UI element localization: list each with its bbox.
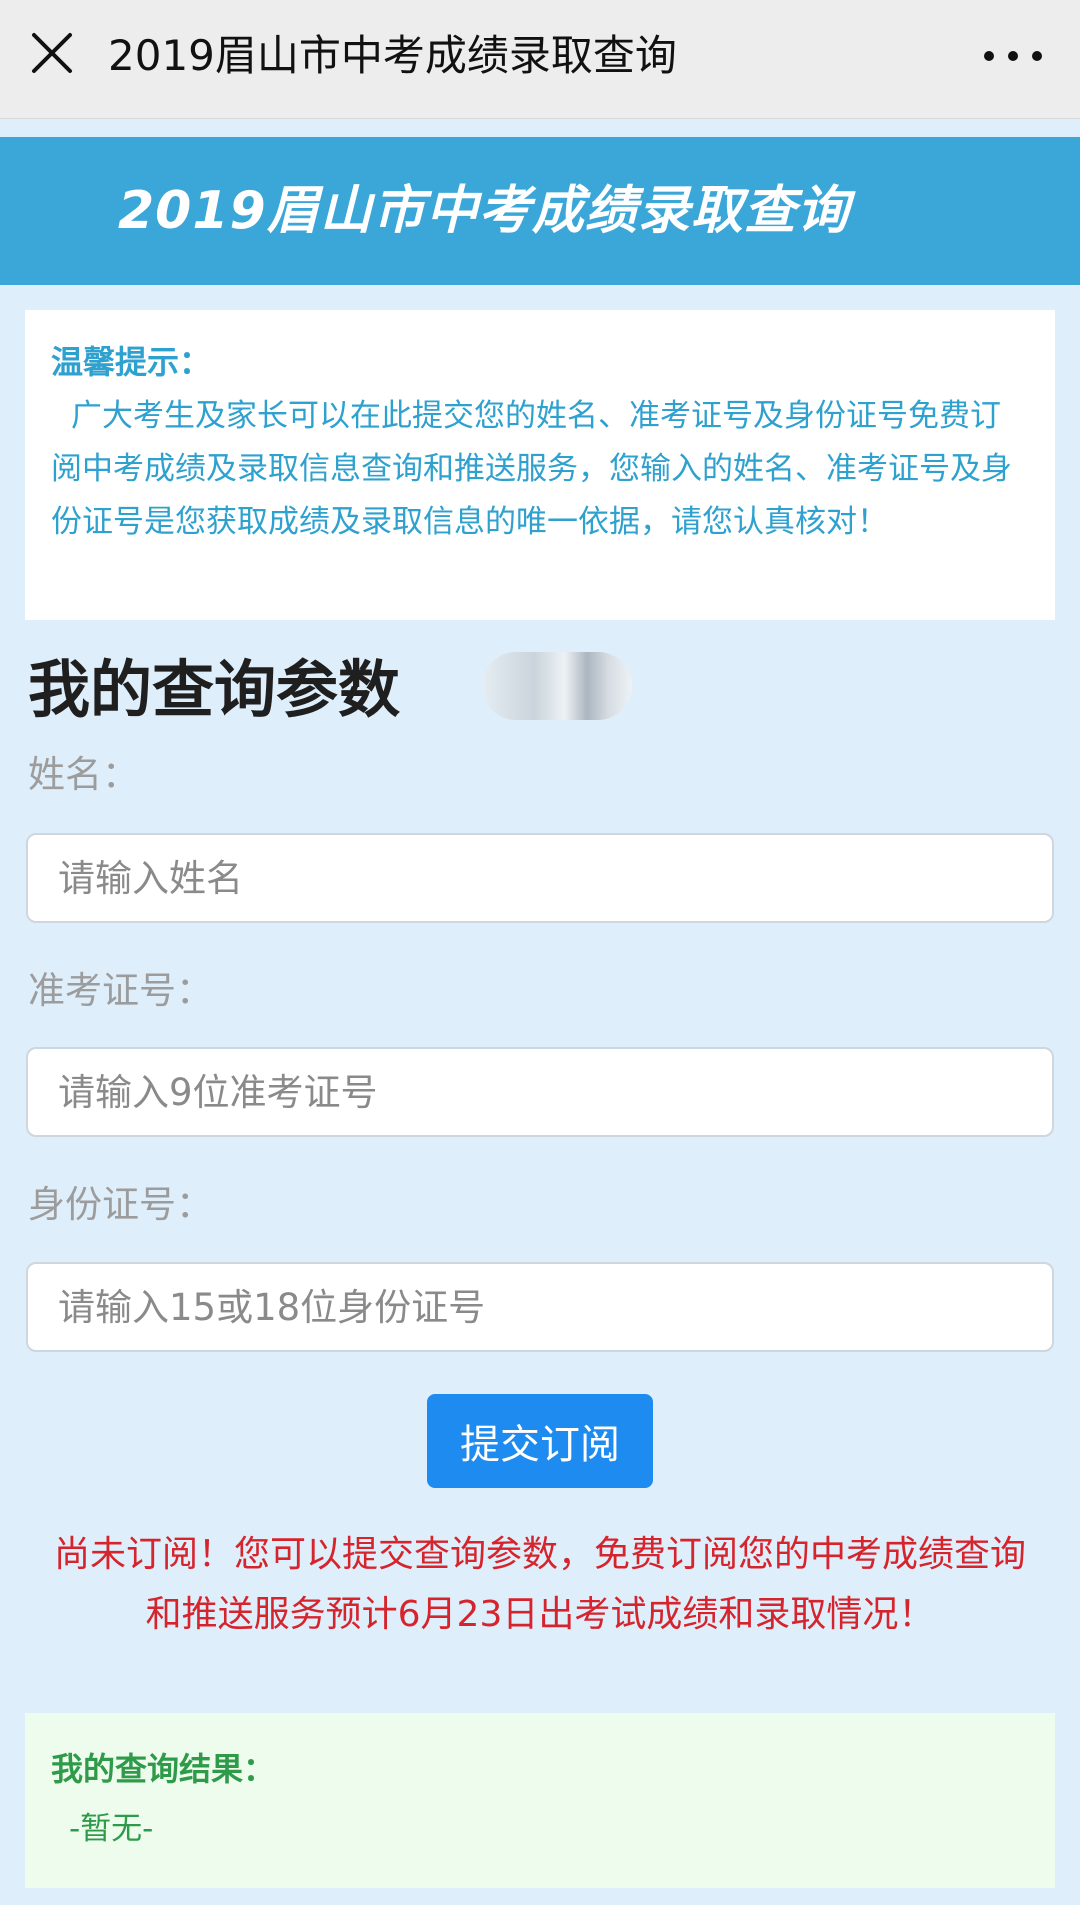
result-box: 我的查询结果： -暂无- [25,1713,1055,1888]
header-banner: 2019眉山市中考成绩录取查询 [0,137,1080,285]
submit-subscribe-button[interactable]: 提交订阅 [427,1394,653,1488]
name-input[interactable] [26,833,1054,923]
banner-title: 2019眉山市中考成绩录取查询 [118,181,850,241]
more-icon[interactable] [978,30,1048,82]
name-label: 姓名： [28,753,139,796]
close-icon[interactable] [26,27,84,85]
exam-number-input[interactable] [26,1047,1054,1137]
blurred-region [482,652,632,720]
notice-box: 温馨提示： 广大考生及家长可以在此提交您的姓名、准考证号及身份证号免费订阅中考成… [25,310,1055,620]
section-title: 我的查询参数 [28,653,401,726]
id-number-input[interactable] [26,1262,1054,1352]
page-title: 2019眉山市中考成绩录取查询 [108,31,677,80]
result-title: 我的查询结果： [51,1750,276,1788]
status-message: 尚未订阅！您可以提交查询参数，免费订阅您的中考成绩查询和推送服务预计6月23日出… [53,1534,1026,1635]
result-value: -暂无- [69,1811,154,1847]
notice-title: 温馨提示： [51,343,212,381]
exam-number-label: 准考证号： [28,969,213,1012]
wechat-topbar: 2019眉山市中考成绩录取查询 [0,0,1080,119]
id-number-label: 身份证号： [28,1183,213,1226]
notice-body: 广大考生及家长可以在此提交您的姓名、准考证号及身份证号免费订阅中考成绩及录取信息… [51,398,1012,540]
